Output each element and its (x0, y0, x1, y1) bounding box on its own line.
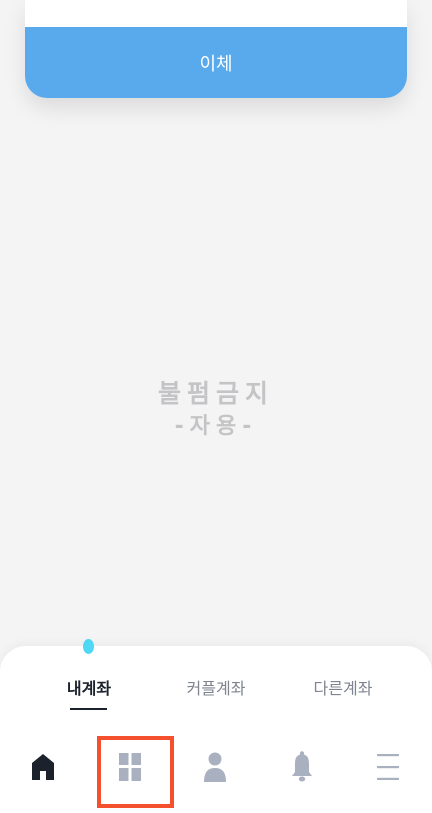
nav-home[interactable] (21, 745, 65, 789)
nav-menu[interactable] (366, 745, 410, 789)
nav-notifications[interactable] (280, 745, 324, 789)
nav-profile[interactable] (193, 745, 237, 789)
nav-grid[interactable] (108, 745, 152, 789)
tab-couple-account[interactable]: 커플계좌 (180, 675, 252, 699)
menu-icon (377, 754, 399, 780)
tab-other-account[interactable]: 다른계좌 (307, 675, 379, 699)
watermark-line-1: 불펌금지 (157, 379, 274, 408)
grid-icon (119, 753, 141, 781)
person-icon (204, 752, 226, 782)
watermark-line-2: -자용- (174, 414, 258, 439)
transfer-card: 이체 (25, 0, 407, 98)
bell-icon (292, 751, 312, 782)
active-tab-underline (70, 708, 107, 710)
indicator-dot (83, 639, 94, 654)
tab-my-account[interactable]: 내계좌 (60, 675, 118, 699)
card-body (25, 0, 407, 27)
home-icon (32, 754, 54, 780)
transfer-button[interactable]: 이체 (25, 27, 407, 98)
